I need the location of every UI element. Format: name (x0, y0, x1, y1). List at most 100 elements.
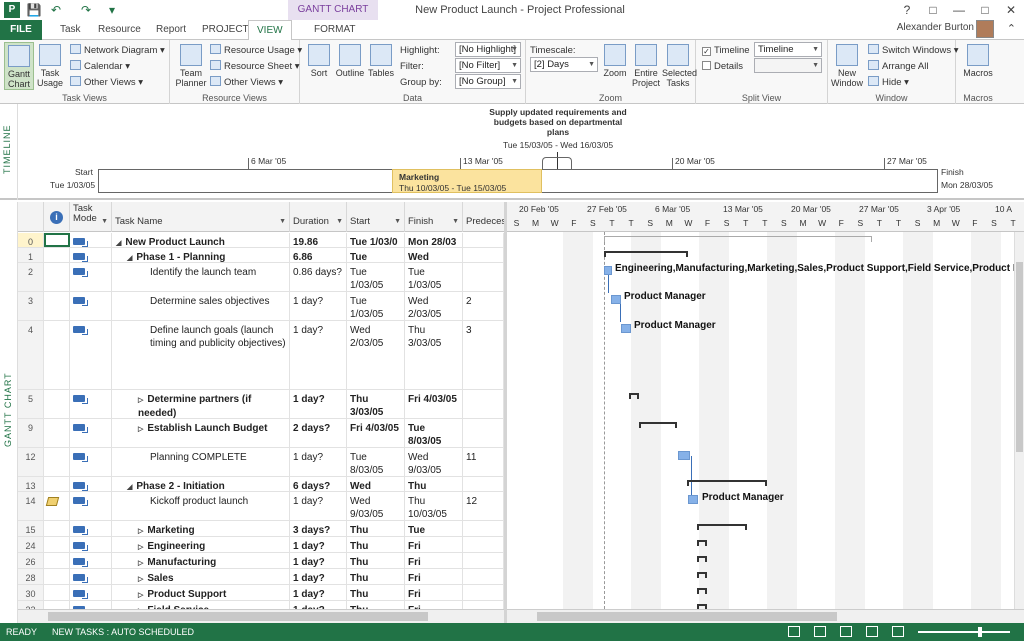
row-id[interactable]: 30 (18, 585, 44, 600)
finish-cell[interactable]: Fri 11/03/05 (405, 553, 463, 568)
resource-sheet-view-icon[interactable] (866, 626, 878, 637)
indicator-cell[interactable] (44, 248, 70, 262)
new-tasks-mode[interactable]: NEW TASKS : AUTO SCHEDULED (52, 623, 194, 641)
task-bar[interactable] (611, 295, 621, 304)
save-icon[interactable]: 💾 (26, 2, 42, 18)
predecessors-cell[interactable] (463, 233, 504, 247)
task-bar[interactable] (621, 324, 631, 333)
table-row[interactable]: 1 ◢ Phase 1 - Planning 6.86 days?Tue 1/03/0… (18, 248, 504, 263)
select-all-cell[interactable] (18, 202, 44, 232)
scrollbar-thumb[interactable] (48, 612, 428, 621)
close-icon[interactable]: ✕ (998, 0, 1024, 20)
dependency-link[interactable] (691, 456, 692, 496)
task-mode-cell[interactable] (70, 569, 112, 584)
duration-header[interactable]: Duration ▼ (290, 202, 347, 232)
duration-cell[interactable]: 1 day? (290, 553, 347, 568)
task-mode-cell[interactable] (70, 537, 112, 552)
indicator-cell[interactable] (44, 569, 70, 584)
table-row[interactable]: 0 ◢ New Product Launch 19.86 days?Tue 1/03/… (18, 233, 504, 248)
report-view-icon[interactable] (892, 626, 904, 637)
zoom-slider[interactable] (918, 627, 1010, 637)
dependency-link[interactable] (608, 275, 609, 293)
finish-cell[interactable]: Mon 28/03 (405, 233, 463, 247)
duration-cell[interactable]: 0.86 days? (290, 263, 347, 291)
duration-cell[interactable]: 1 day? (290, 390, 347, 418)
collapse-triangle-icon[interactable]: ◢ (127, 484, 132, 491)
task-mode-cell[interactable] (70, 390, 112, 418)
predecessors-cell[interactable]: 2 (463, 292, 504, 320)
start-cell[interactable]: Wed 9/03/05 (347, 492, 405, 520)
indicator-cell[interactable] (44, 419, 70, 447)
start-cell[interactable]: Wed 9/03/05 (347, 477, 405, 491)
resource-names[interactable]: Product Manager (624, 291, 706, 302)
indicator-cell[interactable] (44, 521, 70, 536)
task-mode-header[interactable]: Task Mode ▼ (70, 202, 112, 232)
zoom-slider-knob[interactable] (978, 627, 982, 637)
predecessors-cell[interactable] (463, 419, 504, 447)
predecessors-cell[interactable]: 11 (463, 448, 504, 476)
table-row[interactable]: 2 Identify the launch team 0.86 days? Tue 1… (18, 263, 504, 292)
summary-bar[interactable] (697, 556, 707, 562)
start-cell[interactable]: Tue 1/03/0 (347, 233, 405, 247)
predecessors-cell[interactable]: 3 (463, 321, 504, 389)
collapse-ribbon-icon[interactable]: ⌃ (1007, 22, 1016, 35)
indicator-cell[interactable] (44, 263, 70, 291)
start-cell[interactable]: Fri 4/03/05 (347, 419, 405, 447)
predecessors-cell[interactable] (463, 585, 504, 600)
macros-button[interactable]: Macros (960, 42, 996, 90)
summary-bar[interactable] (687, 480, 767, 486)
indicator-cell[interactable] (44, 321, 70, 389)
predecessors-header[interactable]: Predecess (463, 202, 504, 232)
note-icon[interactable] (45, 497, 60, 506)
start-cell[interactable]: Thu 10/03/05 (347, 569, 405, 584)
indicator-cell[interactable] (44, 233, 70, 247)
finish-header[interactable]: Finish ▼ (405, 202, 463, 232)
other-task-views-button[interactable]: Other Views ▾ (70, 75, 143, 90)
resource-names[interactable]: Product Manager (634, 320, 716, 331)
task-name-cell[interactable]: ▷ Engineering (112, 537, 290, 552)
user-avatar[interactable] (976, 20, 994, 38)
start-cell[interactable]: Tue 1/03/05 (347, 263, 405, 291)
task-mode-cell[interactable] (70, 553, 112, 568)
table-row[interactable]: 5 ▷ Determine partners (if needed) 1 day? Th… (18, 390, 504, 419)
row-id[interactable]: 1 (18, 248, 44, 262)
task-mode-cell[interactable] (70, 585, 112, 600)
duration-cell[interactable]: 1 day? (290, 492, 347, 520)
resource-sheet-button[interactable]: Resource Sheet ▾ (210, 59, 300, 74)
table-row[interactable]: 14 Kickoff product launch 1 day? Wed 9/03/0… (18, 492, 504, 521)
table-row[interactable]: 15 ▷ Marketing 3 days?Thu 10/03/05Tue 15/03… (18, 521, 504, 537)
task-grid[interactable]: GANTT CHART i Task Mode ▼ Task Name ▼ Dura… (0, 202, 504, 623)
predecessors-cell[interactable] (463, 477, 504, 491)
task-name-cell[interactable]: Planning COMPLETE (112, 448, 290, 476)
task-bar[interactable] (688, 495, 698, 504)
duration-cell[interactable]: 1 day? (290, 537, 347, 552)
finish-cell[interactable]: Tue 1/03/05 (405, 263, 463, 291)
tab-view[interactable]: VIEW (248, 20, 292, 41)
finish-cell[interactable]: Wed 9/03/05 (405, 448, 463, 476)
indicator-cell[interactable] (44, 553, 70, 568)
row-id[interactable]: 26 (18, 553, 44, 568)
task-name-cell[interactable]: Kickoff product launch (112, 492, 290, 520)
start-cell[interactable]: Thu 10/03/05 (347, 585, 405, 600)
restore-ribbon-icon[interactable]: □ (920, 0, 946, 20)
duration-cell[interactable]: 1 day? (290, 448, 347, 476)
chevron-down-icon[interactable]: ▼ (336, 217, 343, 227)
expand-triangle-icon[interactable]: ▷ (138, 544, 143, 551)
task-name-cell[interactable]: ▷ Manufacturing (112, 553, 290, 568)
timeline-view-dropdown[interactable]: Timeline ▼ (754, 42, 822, 57)
indicators-header[interactable]: i (44, 202, 70, 232)
summary-bar[interactable] (697, 572, 707, 578)
start-cell[interactable]: Thu 10/03/05 (347, 521, 405, 536)
help-icon[interactable]: ? (894, 0, 920, 20)
gantt-chart-button[interactable]: Gantt Chart (4, 42, 34, 90)
task-mode-cell[interactable] (70, 448, 112, 476)
table-row[interactable]: 4 Define launch goals (launch timing and … (18, 321, 504, 390)
task-usage-button[interactable]: Task Usage (36, 42, 64, 90)
customize-quick-access-icon[interactable]: ▾ (104, 2, 120, 18)
sort-button[interactable]: Sort (304, 42, 334, 90)
start-cell[interactable]: Tue 8/03/05 (347, 448, 405, 476)
row-id[interactable]: 4 (18, 321, 44, 389)
collapse-triangle-icon[interactable]: ◢ (116, 240, 121, 247)
task-name-header[interactable]: Task Name ▼ (112, 202, 290, 232)
summary-bar[interactable] (639, 422, 677, 428)
